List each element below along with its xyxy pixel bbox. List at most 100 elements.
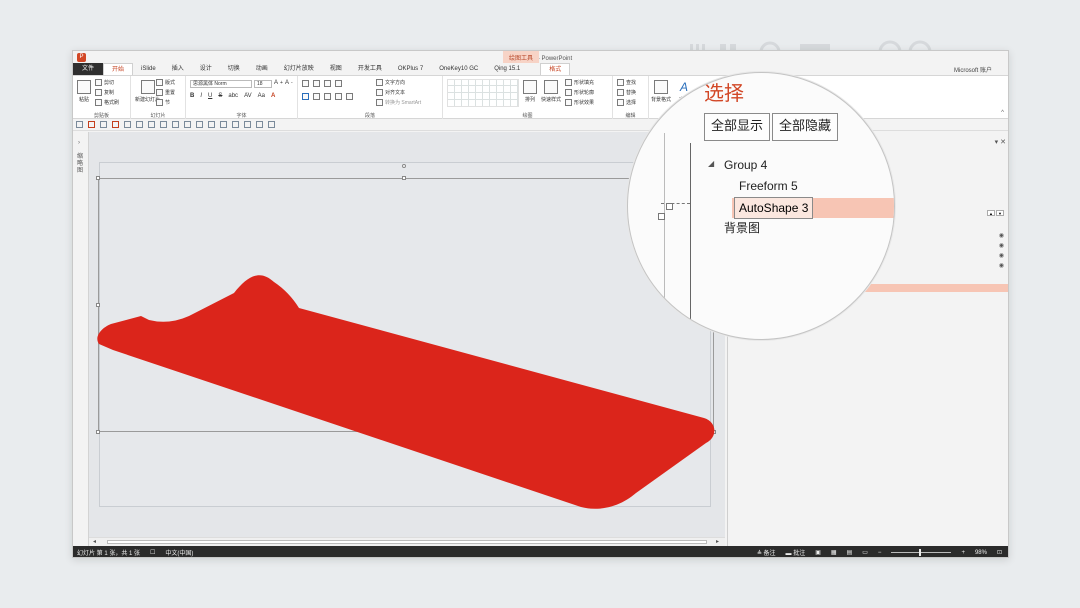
show-all-button[interactable]: 全部显示 xyxy=(704,113,771,141)
collapse-ribbon-icon[interactable]: ^ xyxy=(1001,110,1004,116)
copy-icon xyxy=(95,89,102,96)
move-up-icon[interactable]: ▲ xyxy=(987,210,995,216)
shape-fill-button[interactable]: 形状填充 xyxy=(565,79,594,86)
copy-label: 复制 xyxy=(104,90,115,96)
reorder-buttons[interactable]: ▲ ▼ xyxy=(987,210,1004,216)
reset-button[interactable]: 重置 xyxy=(156,89,175,96)
shape-effects-label: 形状效果 xyxy=(574,100,595,106)
scroll-left-icon[interactable]: ◂ xyxy=(93,538,96,545)
shape-rect-icon[interactable] xyxy=(124,121,131,128)
replace-button[interactable]: 替换 xyxy=(617,89,636,96)
font-style-buttons[interactable]: B I U Sabc AV Aa A xyxy=(190,93,275,99)
text-direction-button[interactable]: 文字方向 xyxy=(376,79,405,86)
zoom-level[interactable]: 98% xyxy=(975,550,987,556)
picture-icon[interactable] xyxy=(256,121,263,128)
language-label[interactable]: 中文(中国) xyxy=(165,548,193,557)
horizontal-scrollbar[interactable]: ◂ ▸ xyxy=(89,537,725,546)
notes-button[interactable]: ≜ 备注 xyxy=(757,548,776,557)
zoom-in-icon[interactable]: + xyxy=(961,550,965,556)
resize-handle[interactable] xyxy=(666,203,673,210)
eye-icon[interactable]: ◉ xyxy=(999,242,1004,249)
tab-transitions[interactable]: 切换 xyxy=(220,63,248,75)
distribute-icon[interactable] xyxy=(160,121,167,128)
tab-file[interactable]: 文件 xyxy=(73,63,104,75)
hide-all-button[interactable]: 全部隐藏 xyxy=(772,113,839,141)
guides-icon[interactable] xyxy=(220,121,227,128)
fill-icon[interactable] xyxy=(232,121,239,128)
align-buttons[interactable] xyxy=(302,93,353,100)
arrange-button[interactable]: 排列 xyxy=(523,80,537,103)
zoom-slider[interactable] xyxy=(891,549,952,556)
smartart-button[interactable]: 转换为 SmartArt xyxy=(376,99,421,106)
tab-view[interactable]: 视图 xyxy=(322,63,350,75)
shape-effects-button[interactable]: 形状效果 xyxy=(565,99,594,106)
fit-slide-icon[interactable]: ⊡ xyxy=(997,549,1002,556)
font-name-select[interactable]: 思源黑体 Norm xyxy=(190,80,252,88)
find-button[interactable]: 查找 xyxy=(617,79,636,86)
cut-button[interactable]: 剪切 xyxy=(95,79,114,86)
paste-button[interactable]: 粘贴 xyxy=(77,80,91,103)
quick-styles-button[interactable]: 快速样式 xyxy=(541,80,561,103)
expand-thumbnails-icon[interactable]: › xyxy=(78,140,80,146)
shape-tool-icon[interactable] xyxy=(112,121,119,128)
resize-handle[interactable] xyxy=(658,213,665,220)
eyedropper-icon[interactable] xyxy=(268,121,275,128)
scroll-right-icon[interactable]: ▸ xyxy=(716,538,719,545)
format-painter-icon[interactable] xyxy=(184,121,191,128)
scrollbar-thumb[interactable] xyxy=(107,540,707,544)
background-format-button[interactable]: 背景格式 xyxy=(651,80,671,103)
tab-format[interactable]: 格式 xyxy=(540,63,571,75)
reading-view-icon[interactable]: ▤ xyxy=(847,549,853,556)
pane-item-autoshape-3[interactable]: AutoShape 3 xyxy=(734,197,814,219)
move-down-icon[interactable]: ▼ xyxy=(996,210,1004,216)
slide-count: 幻灯片 第 1 张，共 1 张 xyxy=(77,551,141,557)
tab-developer[interactable]: 开发工具 xyxy=(350,63,390,75)
copy-button[interactable]: 复制 xyxy=(95,89,114,96)
align-icon[interactable] xyxy=(148,121,155,128)
tab-okplus[interactable]: OKPlus 7 xyxy=(390,63,431,75)
zoom-out-icon[interactable]: − xyxy=(878,550,882,556)
save-icon[interactable] xyxy=(76,121,83,128)
outline-icon[interactable] xyxy=(244,121,251,128)
arrange-icon xyxy=(523,80,537,94)
spellcheck-icon[interactable]: ☐ xyxy=(150,549,155,556)
tab-insert[interactable]: 插入 xyxy=(164,63,192,75)
undo-icon[interactable] xyxy=(88,121,95,128)
close-pane-icon[interactable]: ▾ ✕ xyxy=(995,138,1006,146)
select-button[interactable]: 选择 xyxy=(617,99,636,106)
shape-outline-button[interactable]: 形状轮廓 xyxy=(565,89,594,96)
format-painter-button[interactable]: 格式刷 xyxy=(95,99,119,106)
font-size-select[interactable]: 18 xyxy=(254,80,272,88)
tab-slideshow[interactable]: 幻灯片放映 xyxy=(276,63,322,75)
layout-button[interactable]: 版式 xyxy=(156,79,175,86)
list-buttons[interactable] xyxy=(302,80,342,87)
collapse-group-icon[interactable]: ◢ xyxy=(708,159,714,168)
comments-button[interactable]: ▬ 批注 xyxy=(786,548,806,557)
tab-islide[interactable]: iSlide xyxy=(133,63,164,75)
text-box-icon[interactable] xyxy=(208,121,215,128)
slideshow-view-icon[interactable]: ▭ xyxy=(862,549,868,556)
normal-view-icon[interactable]: ▣ xyxy=(815,549,821,556)
eye-icon[interactable]: ◉ xyxy=(999,262,1004,269)
font-grow-button[interactable]: A + A- xyxy=(274,80,293,86)
tab-qing[interactable]: Qing 15.1 xyxy=(486,63,528,75)
pane-item-group-4[interactable]: Group 4 xyxy=(724,158,767,172)
tab-animations[interactable]: 动画 xyxy=(248,63,276,75)
tab-home[interactable]: 开始 xyxy=(103,63,134,75)
redo-icon[interactable] xyxy=(100,121,107,128)
tab-onekey[interactable]: OneKey10 GC xyxy=(431,63,486,75)
slide-edge-line xyxy=(664,133,665,339)
merge-shapes-icon[interactable] xyxy=(196,121,203,128)
editing-group-label: 编辑 xyxy=(625,113,636,119)
align-text-button[interactable]: 对齐文本 xyxy=(376,89,405,96)
sorter-view-icon[interactable]: ▦ xyxy=(831,549,837,556)
shapes-gallery[interactable] xyxy=(447,79,519,107)
eye-icon[interactable]: ◉ xyxy=(999,252,1004,259)
pane-item-background[interactable]: 背景图 xyxy=(724,219,760,236)
tab-design[interactable]: 设计 xyxy=(192,63,220,75)
eye-icon[interactable]: ◉ xyxy=(999,232,1004,239)
group-icon[interactable] xyxy=(136,121,143,128)
pane-item-freeform-5[interactable]: Freeform 5 xyxy=(739,179,798,193)
section-button[interactable]: 节 xyxy=(156,99,170,106)
rotate-icon[interactable] xyxy=(172,121,179,128)
